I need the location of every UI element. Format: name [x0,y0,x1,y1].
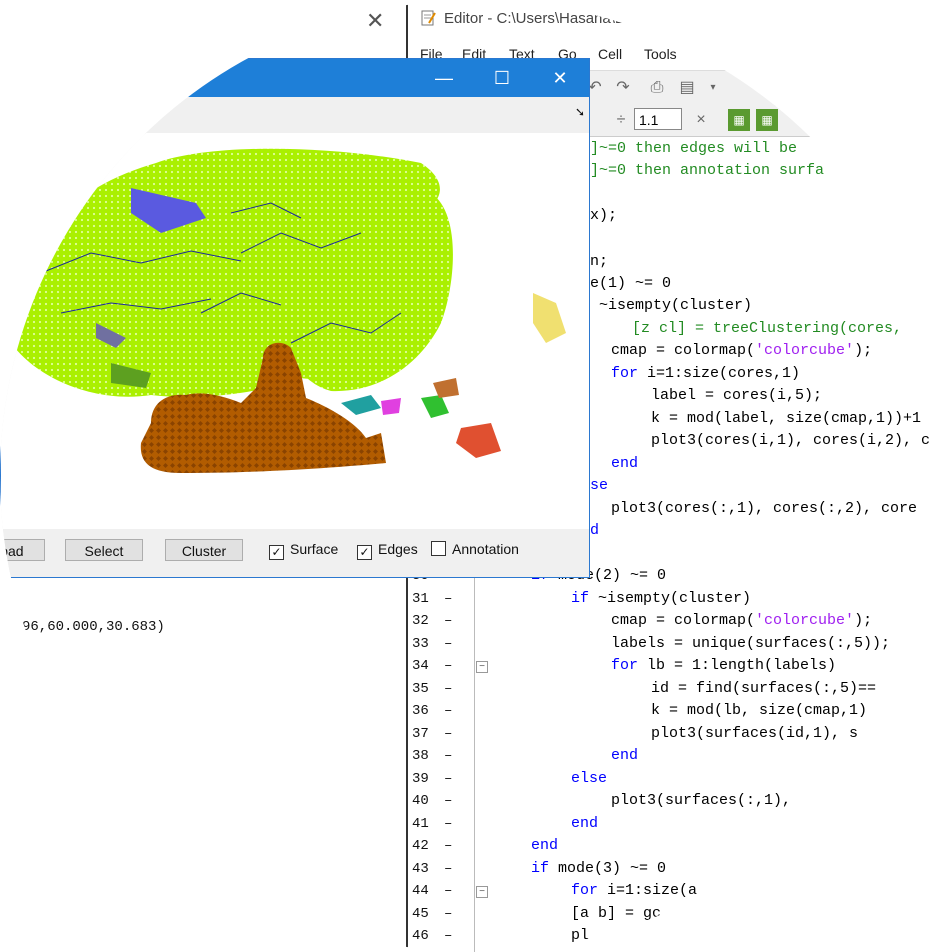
line-number: 36 [412,703,429,719]
line-number: 44 [412,883,429,899]
point-cloud-axes[interactable] [1,133,589,529]
breakpoint-dash[interactable]: – [444,928,452,944]
fold-marker-icon[interactable]: − [476,661,488,673]
line-number: 37 [412,726,429,742]
line-number: 35 [412,681,429,697]
line-number: 38 [412,748,429,764]
fold-marker-icon[interactable]: − [476,886,488,898]
surface-checkbox-box[interactable]: ✓ [269,545,284,560]
maximize-icon[interactable]: ☐ [487,65,517,91]
line-number: 32 [412,613,429,629]
line-number: 45 [412,906,429,922]
redo-icon[interactable]: ↷ [612,77,634,99]
surface-checkbox[interactable]: ✓ Surface [269,541,338,560]
annotation-checkbox-label: Annotation [452,541,519,557]
breakpoint-dash[interactable]: – [444,838,452,854]
line-number: 42 [412,838,429,854]
edges-checkbox[interactable]: ✓ Edges [357,541,418,560]
figure-titlebar: — ☐ ✕ [1,59,589,97]
breakpoint-dash[interactable]: – [444,726,452,742]
breakpoint-dash[interactable]: – [444,883,452,899]
breakpoint-dash[interactable]: – [444,636,452,652]
load-button[interactable]: Load [0,539,45,561]
line-number: 33 [412,636,429,652]
multiply-icon[interactable]: × [690,109,712,131]
editor-title: Editor - C:\Users\Hasana\D... [444,10,639,27]
breakpoint-dash[interactable]: – [444,816,452,832]
breakpoint-dash[interactable]: – [444,681,452,697]
command-output-text: 96,60.000,30.683) [22,619,165,635]
print-icon[interactable]: ⎙ [646,77,668,99]
edges-checkbox-box[interactable]: ✓ [357,545,372,560]
line-number: 43 [412,861,429,877]
breakpoint-dash[interactable]: – [444,906,452,922]
breakpoint-dash[interactable]: – [444,748,452,764]
divide-icon[interactable]: ÷ [610,109,632,131]
select-button[interactable]: Select [65,539,143,561]
figure-controls: Load Select Cluster ✓ Surface ✓ Edges Anno… [0,529,589,577]
screenshot-viewport: ✕ 96,60.000,30.683) Editor - C:\Users\Ha… [0,0,952,952]
breakpoint-dash[interactable]: – [444,703,452,719]
find-icon[interactable]: ▤ [676,77,698,99]
line-number: 40 [412,793,429,809]
menu-cell[interactable]: Cell [598,46,622,62]
breakpoint-dash[interactable]: – [444,613,452,629]
eval-cell-icon[interactable]: ▦ [728,109,750,131]
cluster-button[interactable]: Cluster [165,539,243,561]
line-number: 41 [412,816,429,832]
menu-tools[interactable]: Tools [644,46,677,62]
cell-increment-input[interactable]: 1.1 [634,108,682,130]
minimize-icon[interactable]: — [429,65,459,91]
dock-arrow-icon[interactable]: ➘ [575,105,585,119]
breakpoint-dash[interactable]: – [444,793,452,809]
figure-window: — ☐ ✕ ➘ oad Select Cluster ✓ Surface ✓ E… [0,58,590,578]
line-number: 39 [412,771,429,787]
surface-cloud [6,148,453,398]
surface-checkbox-label: Surface [290,541,339,557]
editor-titlebar: Editor - C:\Users\Hasana\D... [408,0,952,40]
background-close-icon[interactable]: ✕ [366,8,384,34]
edges-checkbox-label: Edges [378,541,418,557]
close-icon[interactable]: ✕ [545,65,575,91]
breakpoint-dash[interactable]: – [444,658,452,674]
annotation-checkbox-box[interactable] [431,541,446,556]
annotation-checkbox[interactable]: Annotation [431,541,519,557]
editor-icon [421,10,436,26]
breakpoint-dash[interactable]: – [444,771,452,787]
breakpoint-dash[interactable]: – [444,861,452,877]
line-number: 46 [412,928,429,944]
breakpoint-dash[interactable]: – [444,591,452,607]
line-number: 34 [412,658,429,674]
eval-advance-icon[interactable]: ▦ [756,109,778,131]
figure-toolbar: ➘ [1,97,589,134]
dropdown-icon[interactable]: ▾ [702,77,724,99]
line-number: 31 [412,591,429,607]
